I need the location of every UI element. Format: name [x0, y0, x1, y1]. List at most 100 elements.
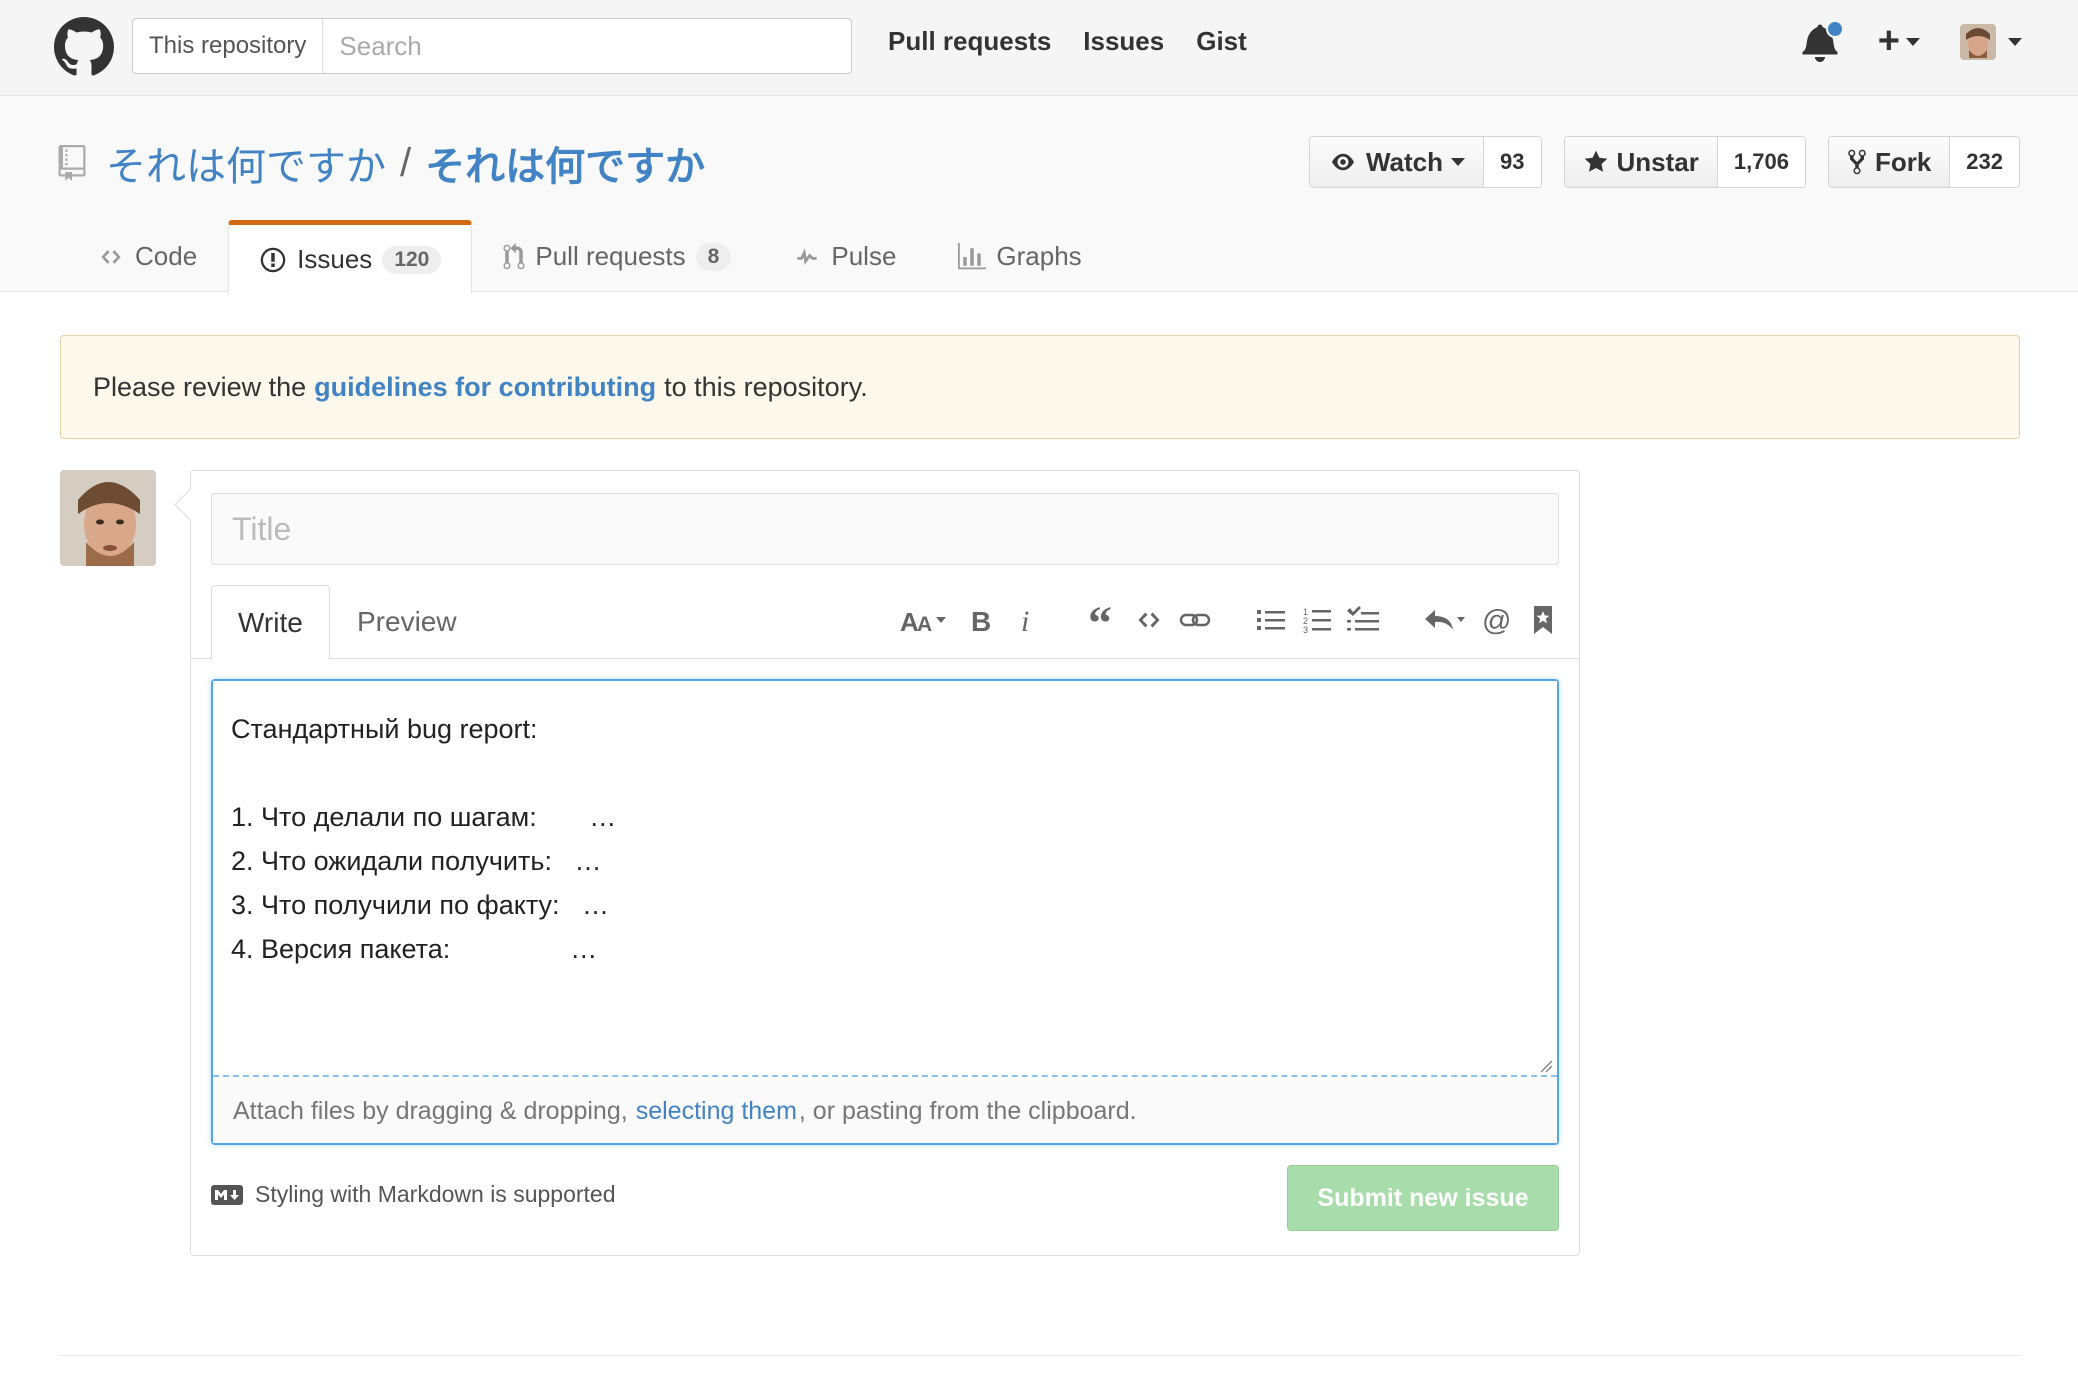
path-separator: / — [400, 140, 412, 185]
fork-label: Fork — [1874, 146, 1932, 177]
pulse-icon — [797, 247, 817, 265]
reply-icon[interactable] — [1423, 603, 1467, 637]
repo-header: それは何ですか / それは何ですか Watch 93 Unstar 1,706 … — [0, 96, 2078, 294]
watch-label: Watch — [1365, 146, 1444, 177]
markdown-note[interactable]: Styling with Markdown is supported — [211, 1181, 616, 1208]
new-issue-form: Write Preview AA B i “ — [190, 470, 1580, 1256]
code-icon[interactable] — [1133, 603, 1165, 637]
tab-code-label: Code — [135, 241, 198, 271]
file-dropzone[interactable]: Attach files by dragging & dropping, sel… — [213, 1079, 1557, 1143]
fork-count[interactable]: 232 — [1950, 137, 2019, 187]
quote-icon[interactable]: “ — [1087, 603, 1119, 637]
nav-issues[interactable]: Issues — [1083, 26, 1164, 57]
toolbar-group-insert: “ — [1087, 603, 1211, 637]
nav-pull-requests[interactable]: Pull requests — [888, 26, 1051, 57]
markdown-icon — [211, 1184, 243, 1205]
eye-icon — [1331, 153, 1354, 171]
repo-icon — [58, 145, 86, 181]
ordered-list-icon[interactable]: 123 — [1301, 603, 1333, 637]
footer-divider — [60, 1355, 2020, 1356]
unordered-list-icon[interactable] — [1255, 603, 1287, 637]
tab-pull-requests[interactable]: Pull requests 8 — [472, 220, 762, 292]
site-header: This repository Pull requests Issues Gis… — [0, 0, 2078, 96]
search-scope-label: This repository — [133, 19, 324, 73]
tab-pulse-label: Pulse — [831, 241, 897, 271]
chevron-down-icon — [1451, 158, 1466, 166]
tab-issues-label: Issues — [297, 244, 373, 274]
repo-nav: Code Issues 120 Pull requests 8 Pulse Gr… — [66, 220, 1113, 294]
text-size-icon[interactable]: AA — [899, 603, 951, 637]
plus-icon: + — [1877, 20, 1900, 62]
tab-write[interactable]: Write — [211, 585, 330, 660]
select-files-link[interactable]: selecting them — [636, 1097, 797, 1126]
issue-opened-icon — [260, 247, 286, 272]
resize-grip-icon[interactable] — [1539, 1059, 1553, 1073]
toolbar-group-text: AA B i — [899, 603, 1043, 637]
svg-text:B: B — [971, 606, 991, 635]
top-nav: Pull requests Issues Gist — [888, 26, 1247, 57]
tab-pulse[interactable]: Pulse — [762, 220, 927, 292]
svg-text:i: i — [1021, 605, 1029, 635]
watch-group: Watch 93 — [1308, 136, 1542, 188]
mention-icon[interactable]: @ — [1481, 603, 1513, 637]
nav-gist[interactable]: Gist — [1196, 26, 1247, 57]
italic-icon[interactable]: i — [1011, 603, 1043, 637]
bold-icon[interactable]: B — [965, 603, 997, 637]
fork-icon — [1848, 149, 1866, 175]
link-icon[interactable] — [1179, 603, 1211, 637]
markdown-toolbar: AA B i “ 1 2 3 @ — [899, 603, 1559, 637]
markdown-note-text: Styling with Markdown is supported — [255, 1181, 616, 1207]
watch-button[interactable]: Watch — [1309, 137, 1485, 187]
fork-group: Fork 232 — [1827, 136, 2020, 188]
create-new-menu[interactable]: + — [1878, 20, 1920, 63]
issues-counter: 120 — [382, 245, 442, 274]
tab-pull-requests-label: Pull requests — [535, 241, 686, 271]
contributing-notice: Please review the guidelines for contrib… — [60, 335, 2020, 439]
notice-text-before: Please review the — [93, 371, 307, 402]
pull-requests-counter: 8 — [695, 242, 732, 271]
editor-tabs: Write Preview AA B i “ 1 2 3 @ — [191, 585, 1579, 660]
issue-body-editor: Стандартный bug report: 1. Что делали по… — [211, 679, 1559, 1145]
attach-text-after: , or pasting from the clipboard. — [798, 1096, 1137, 1125]
github-logo-icon[interactable] — [54, 17, 114, 77]
tab-code[interactable]: Code — [66, 220, 228, 292]
repo-name-link[interactable]: それは何ですか — [425, 134, 705, 192]
toolbar-group-lists: 123 — [1255, 603, 1379, 637]
notice-text-after: to this repository. — [664, 371, 868, 402]
issue-title-input[interactable] — [211, 493, 1559, 565]
submit-new-issue-button[interactable]: Submit new issue — [1287, 1165, 1559, 1231]
avatar — [1960, 23, 1996, 60]
chevron-down-icon — [2008, 37, 2022, 46]
code-icon — [101, 249, 121, 264]
search-box: This repository — [132, 18, 852, 74]
tab-graphs-label: Graphs — [996, 241, 1082, 271]
issue-body-textarea[interactable]: Стандартный bug report: 1. Что делали по… — [213, 681, 1557, 1077]
star-icon — [1584, 150, 1607, 172]
star-group: Unstar 1,706 — [1563, 136, 1806, 188]
pagehead-actions: Watch 93 Unstar 1,706 Fork 232 — [1308, 136, 2020, 188]
task-list-icon[interactable] — [1347, 603, 1379, 637]
unstar-label: Unstar — [1616, 146, 1699, 177]
tab-issues[interactable]: Issues 120 — [228, 220, 473, 294]
notifications-button[interactable] — [1802, 19, 1844, 62]
tab-preview[interactable]: Preview — [331, 585, 483, 659]
chevron-down-icon — [1906, 37, 1920, 46]
notification-dot — [1825, 19, 1844, 38]
svg-text:3: 3 — [1303, 625, 1308, 634]
header-actions: + — [1802, 19, 2022, 63]
svg-text:@: @ — [1482, 605, 1511, 635]
bookmark-icon[interactable] — [1527, 603, 1559, 637]
search-input[interactable] — [323, 30, 851, 62]
unstar-button[interactable]: Unstar — [1564, 137, 1718, 187]
fork-button[interactable]: Fork — [1828, 137, 1951, 187]
toolbar-group-misc: @ — [1423, 603, 1559, 637]
user-menu[interactable] — [1960, 23, 2022, 60]
star-count[interactable]: 1,706 — [1717, 137, 1805, 187]
repo-title: それは何ですか / それは何ですか — [58, 134, 705, 192]
watch-count[interactable]: 93 — [1484, 137, 1541, 187]
graph-icon — [958, 242, 987, 269]
repo-owner-link[interactable]: それは何ですか — [106, 134, 386, 192]
tab-graphs[interactable]: Graphs — [927, 220, 1112, 292]
author-avatar[interactable] — [60, 470, 156, 566]
contributing-guidelines-link[interactable]: guidelines for contributing — [314, 372, 656, 403]
